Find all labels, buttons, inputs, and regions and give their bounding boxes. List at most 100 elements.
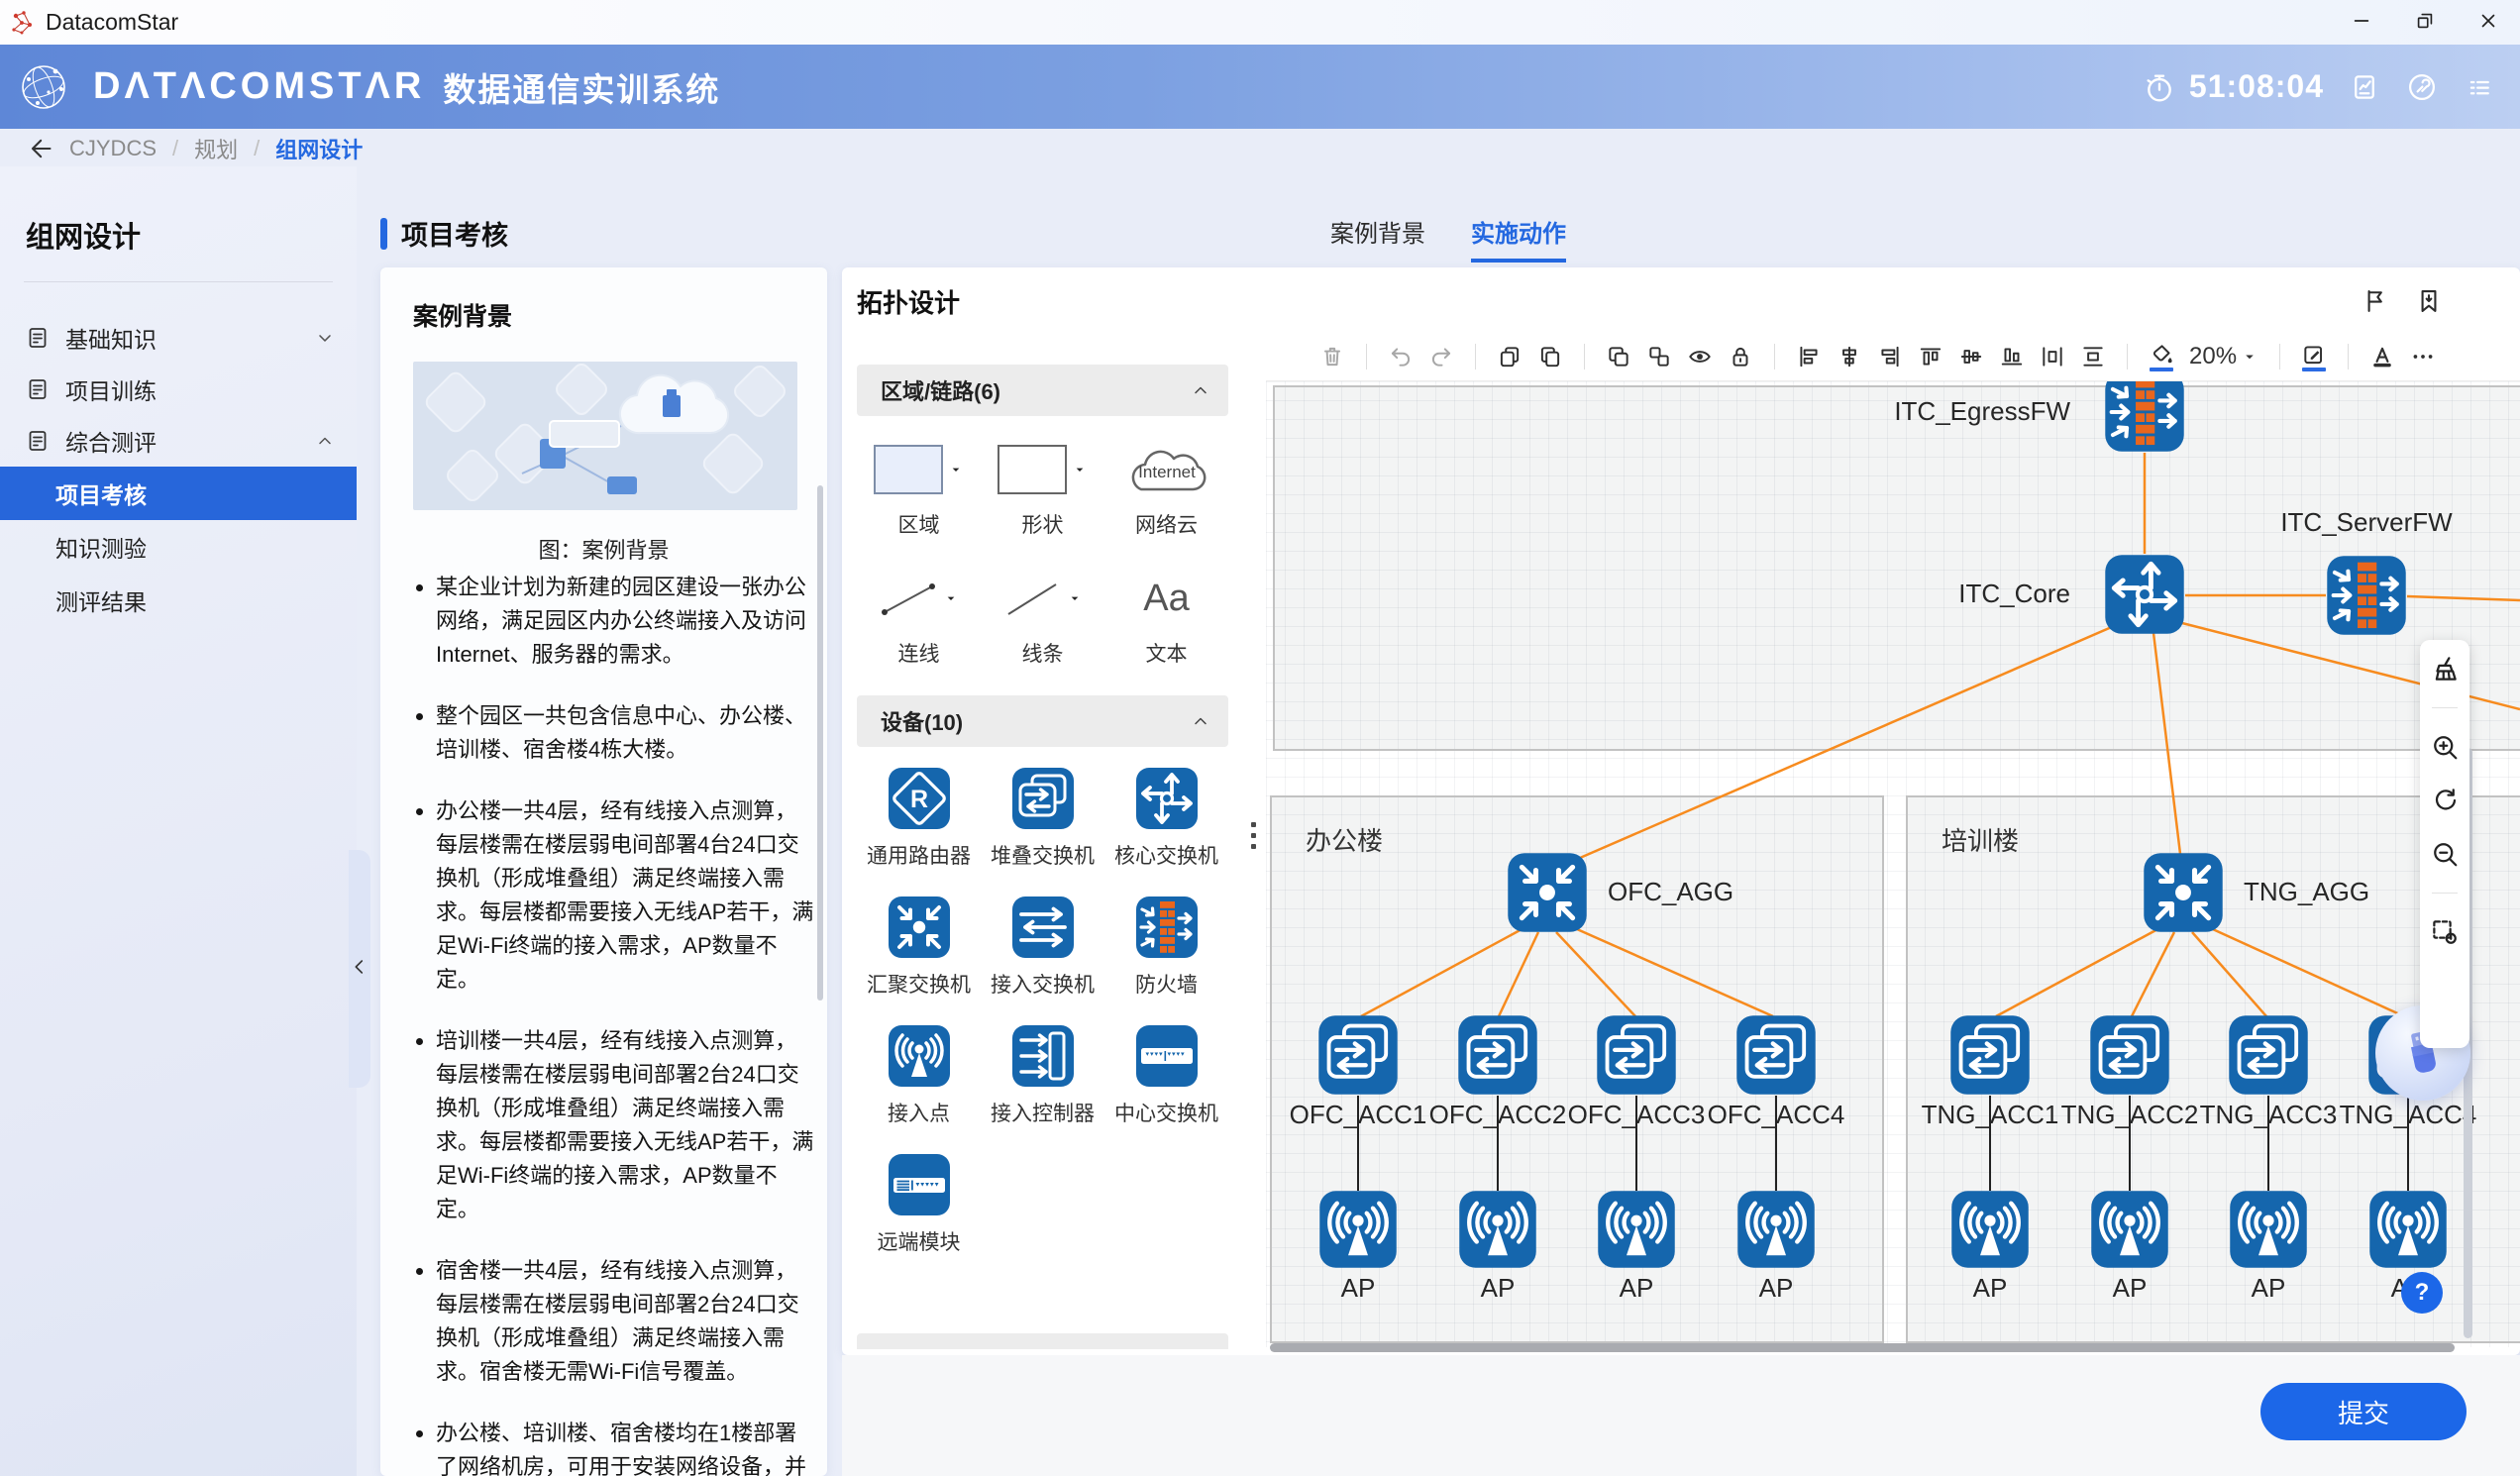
toolbar-edit-button[interactable] xyxy=(2301,342,2327,371)
sidebar-subitem-知识测验[interactable]: 知识测验 xyxy=(0,520,357,574)
palette-item-stack-switch[interactable]: 堆叠交换机 xyxy=(991,767,1095,870)
dropdown-caret-icon[interactable] xyxy=(1067,590,1083,606)
sidebar-item-基础知识[interactable]: 基础知识 xyxy=(0,312,357,364)
node-TNG_AP1[interactable] xyxy=(1950,1190,2030,1269)
palette-item-firewall[interactable]: 防火墙 xyxy=(1135,896,1199,999)
minimize-button[interactable] xyxy=(2330,0,2393,45)
toolbar-align-left-button[interactable] xyxy=(1796,344,1822,369)
case-panel-scrollbar[interactable] xyxy=(817,485,823,1001)
node-ITC_ServerFW[interactable] xyxy=(2326,555,2407,636)
palette-item-router[interactable]: R通用路由器 xyxy=(867,767,971,870)
palette-collapsed-section[interactable] xyxy=(857,1333,1228,1349)
help-button[interactable]: ? xyxy=(2401,1272,2443,1314)
maximize-button[interactable] xyxy=(2393,0,2457,45)
toolbar-distribute-v-button[interactable] xyxy=(2080,344,2106,369)
palette-item-line[interactable]: 线条 xyxy=(1002,565,1083,668)
canvas-toolbar: 20% xyxy=(1266,332,2520,381)
node-TNG_ACC1[interactable] xyxy=(1949,1014,2031,1096)
toolbar-group-button[interactable] xyxy=(1606,344,1631,369)
canvas-clean-button[interactable] xyxy=(2430,654,2460,684)
node-TNG_AP4[interactable] xyxy=(2368,1190,2448,1269)
sidebar-subitem-测评结果[interactable]: 测评结果 xyxy=(0,574,357,627)
flag-icon[interactable] xyxy=(2362,287,2389,315)
zoom-level-dropdown[interactable]: 20% xyxy=(2189,343,2258,370)
dropdown-caret-icon[interactable] xyxy=(943,590,959,606)
sidebar-subitem-项目考核[interactable]: 项目考核 xyxy=(0,467,357,520)
breadcrumb-item[interactable]: 组网设计 xyxy=(275,133,363,164)
node-label-ITC_EgressFW: ITC_EgressFW xyxy=(1894,396,2070,427)
toolbar-trash-button[interactable] xyxy=(1319,344,1345,369)
toolbar-more-button[interactable] xyxy=(2410,344,2436,369)
toolbar-duplicate-button[interactable] xyxy=(1537,344,1563,369)
topology-canvas[interactable]: 办公楼培训楼ITC_EgressFWITC_CoreITC_ServerFWOF… xyxy=(1266,381,2520,1347)
node-OFC_ACC1[interactable] xyxy=(1317,1014,1399,1096)
canvas-zoom-out-button[interactable] xyxy=(2430,839,2460,869)
tools-icon[interactable] xyxy=(2407,72,2437,102)
node-ITC_Core[interactable] xyxy=(2104,554,2185,635)
palette-item-ap[interactable]: 接入点 xyxy=(888,1024,951,1127)
toolbar-ungroup-button[interactable] xyxy=(1646,344,1672,369)
node-OFC_ACC3[interactable] xyxy=(1596,1014,1677,1096)
node-OFC_AP1[interactable] xyxy=(1318,1190,1398,1269)
node-TNG_ACC3[interactable] xyxy=(2228,1014,2309,1096)
palette-resize-handle[interactable] xyxy=(1251,822,1256,849)
menu-icon[interactable] xyxy=(2465,72,2494,102)
palette-item-access-switch[interactable]: 接入交换机 xyxy=(991,896,1095,999)
palette-item-connector[interactable]: 连线 xyxy=(879,565,959,668)
canvas-hscrollbar[interactable] xyxy=(1270,1343,2455,1352)
palette-item-cloud[interactable]: Internet网络云 xyxy=(1119,436,1214,539)
sidebar-item-项目训练[interactable]: 项目训练 xyxy=(0,364,357,415)
palette-item-area[interactable]: 区域 xyxy=(874,436,964,539)
toolbar-lock-button[interactable] xyxy=(1728,344,1753,369)
canvas-screenshot-button[interactable] xyxy=(2430,917,2460,947)
toolbar-align-middle-v-button[interactable] xyxy=(1958,344,1984,369)
sidebar-item-综合测评[interactable]: 综合测评 xyxy=(0,415,357,467)
toolbar-undo-button[interactable] xyxy=(1388,344,1414,369)
tab-implementation[interactable]: 实施动作 xyxy=(1471,214,1566,263)
submit-button[interactable]: 提交 xyxy=(2260,1383,2467,1440)
palette-item-text[interactable]: Aa文本 xyxy=(1143,565,1189,668)
dropdown-caret-icon[interactable] xyxy=(1072,462,1088,477)
palette-item-center-switch[interactable]: 中心交换机 xyxy=(1114,1024,1218,1127)
toolbar-fill-button[interactable] xyxy=(2149,342,2174,371)
node-TNG_AP3[interactable] xyxy=(2229,1190,2308,1269)
canvas-zoom-in-button[interactable] xyxy=(2430,732,2460,762)
node-TNG_AGG[interactable] xyxy=(2143,852,2224,933)
tab-case-background[interactable]: 案例背景 xyxy=(1330,214,1425,263)
palette-item-shape[interactable]: 形状 xyxy=(998,436,1088,539)
node-TNG_ACC2[interactable] xyxy=(2089,1014,2170,1096)
dropdown-caret-icon[interactable] xyxy=(948,462,964,477)
collect-icon[interactable] xyxy=(2415,287,2443,315)
toolbar-distribute-h-button[interactable] xyxy=(2040,344,2065,369)
node-OFC_AP3[interactable] xyxy=(1597,1190,1676,1269)
breadcrumb-item[interactable]: CJYDCS xyxy=(69,136,157,161)
report-icon[interactable] xyxy=(2350,72,2379,102)
node-OFC_AGG[interactable] xyxy=(1507,852,1588,933)
toolbar-align-right-button[interactable] xyxy=(1877,344,1903,369)
toolbar-redo-button[interactable] xyxy=(1428,344,1454,369)
palette-item-agg-switch[interactable]: 汇聚交换机 xyxy=(867,896,971,999)
toolbar-align-bottom-button[interactable] xyxy=(1999,344,2025,369)
toolbar-align-top-button[interactable] xyxy=(1918,344,1943,369)
node-OFC_AP2[interactable] xyxy=(1458,1190,1537,1269)
toolbar-text-color-button[interactable] xyxy=(2369,344,2395,369)
back-button[interactable] xyxy=(26,135,53,162)
palette-section-header[interactable]: 区域/链路(6) xyxy=(857,365,1228,416)
toolbar-align-center-h-button[interactable] xyxy=(1837,344,1862,369)
palette-item-remote-module[interactable]: 远端模块 xyxy=(878,1153,961,1256)
node-OFC_AP4[interactable] xyxy=(1736,1190,1816,1269)
palette-item-core-switch[interactable]: 核心交换机 xyxy=(1114,767,1218,870)
node-OFC_ACC2[interactable] xyxy=(1457,1014,1538,1096)
palette-section-header[interactable]: 设备(10) xyxy=(857,695,1228,747)
close-button[interactable] xyxy=(2457,0,2520,45)
palette-item-ac[interactable]: 接入控制器 xyxy=(991,1024,1095,1127)
canvas-rotate-left-button[interactable] xyxy=(2430,786,2460,815)
toolbar-eye-button[interactable] xyxy=(1687,344,1713,369)
node-label-TNG_ACC4: TNG_ACC4 xyxy=(2340,1100,2477,1130)
node-TNG_AP2[interactable] xyxy=(2090,1190,2169,1269)
toolbar-copy-button[interactable] xyxy=(1497,344,1522,369)
sidebar-collapse-handle[interactable] xyxy=(349,850,370,1088)
node-OFC_ACC4[interactable] xyxy=(1735,1014,1817,1096)
breadcrumb-item[interactable]: 规划 xyxy=(194,133,238,164)
node-ITC_EgressFW[interactable] xyxy=(2104,381,2185,453)
